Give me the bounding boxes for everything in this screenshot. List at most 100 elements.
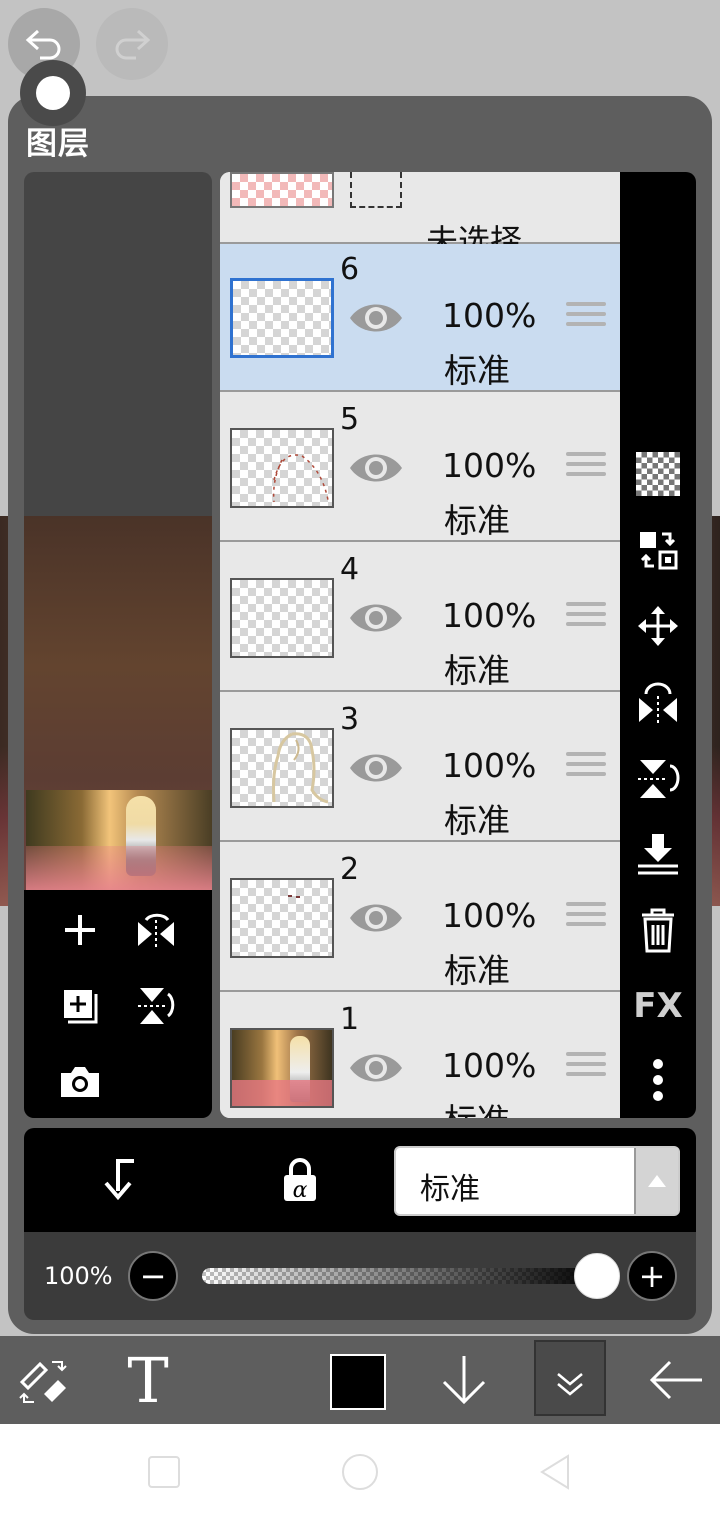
layer-blend-mode: 标准	[444, 1094, 510, 1118]
layer-row[interactable]: 4 100% 标准	[220, 544, 620, 692]
layer-blend-mode: 标准	[444, 801, 510, 840]
layer-list[interactable]: 未选择 6 100% 标准 5 100% 标准 4 100% 标准 3 100%…	[220, 172, 620, 1118]
layer-thumbnail	[230, 1028, 334, 1108]
layer-number: 1	[340, 1002, 360, 1037]
add-layer-button[interactable]	[52, 902, 108, 958]
merge-down-icon	[638, 834, 678, 875]
layer-thumbnail	[230, 428, 334, 508]
system-back-icon[interactable]	[536, 1452, 576, 1492]
checkerboard-icon	[636, 452, 680, 496]
layer-tools	[24, 890, 212, 1118]
opacity-value: 100%	[44, 1262, 113, 1290]
layer-opacity: 100%	[442, 1046, 537, 1085]
download-button[interactable]	[436, 1336, 492, 1424]
layer-number: 2	[340, 852, 360, 887]
home-icon[interactable]	[342, 1454, 378, 1490]
move-button[interactable]	[630, 598, 686, 654]
flip-horizontal-icon	[138, 913, 174, 948]
more-options-button[interactable]	[630, 1052, 686, 1108]
layer-blend-mode: 标准	[444, 951, 510, 990]
layer-number: 5	[340, 402, 360, 437]
layer-number: 6	[340, 252, 360, 287]
merge-down-button[interactable]	[630, 826, 686, 882]
panel-title: 图层	[26, 126, 90, 162]
dropdown-arrow-icon	[634, 1148, 678, 1214]
layer-opacity: 100%	[442, 746, 537, 785]
color-swatch[interactable]	[330, 1354, 386, 1410]
text-tool-button[interactable]: T	[118, 1336, 178, 1424]
layer-opacity: 100%	[442, 296, 537, 335]
layer-thumbnail	[230, 878, 334, 958]
drag-handle-icon[interactable]	[566, 1052, 606, 1084]
camera-icon	[61, 1067, 99, 1097]
visibility-eye-icon[interactable]	[348, 446, 404, 490]
layer-blend-mode: 标准	[444, 501, 510, 540]
recents-icon[interactable]	[148, 1456, 180, 1488]
flip-vertical-icon	[638, 760, 680, 798]
flip-horizontal-side-button[interactable]	[630, 674, 686, 730]
clipping-arrow-icon	[104, 1159, 134, 1201]
thumbnail-figure	[126, 796, 156, 876]
fx-button[interactable]: FX	[630, 978, 686, 1034]
swap-layer-button[interactable]	[630, 522, 686, 578]
layer-row[interactable]: 5 100% 标准	[220, 394, 620, 542]
visibility-eye-icon[interactable]	[348, 746, 404, 790]
selection-marquee-icon	[350, 172, 402, 208]
opacity-slider[interactable]	[202, 1268, 602, 1284]
drag-handle-icon[interactable]	[566, 752, 606, 784]
flip-horizontal-icon	[639, 682, 677, 724]
blend-mode-select[interactable]: 标准	[394, 1146, 680, 1216]
layer-row[interactable]: 6 100% 标准	[220, 244, 620, 392]
drag-handle-icon[interactable]	[566, 602, 606, 634]
visibility-eye-icon[interactable]	[348, 896, 404, 940]
opacity-increase-button[interactable]: +	[627, 1251, 677, 1301]
brush-size-indicator[interactable]	[20, 60, 86, 126]
opacity-decrease-button[interactable]: −	[128, 1251, 178, 1301]
drag-handle-icon[interactable]	[566, 302, 606, 334]
clipping-button[interactable]	[92, 1150, 144, 1210]
brush-eraser-toggle[interactable]	[14, 1336, 74, 1424]
double-chevron-down-icon	[557, 1373, 583, 1396]
camera-button[interactable]	[52, 1054, 108, 1110]
layer-side-toolbar: FX	[620, 172, 696, 1118]
alpha-lock-icon: α	[284, 1158, 316, 1203]
visibility-eye-icon[interactable]	[348, 1046, 404, 1090]
move-arrows-icon	[638, 606, 678, 646]
swap-layers-icon	[640, 532, 678, 570]
layer-row[interactable]: 1 100% 标准	[220, 994, 620, 1118]
flip-vertical-side-button[interactable]	[630, 750, 686, 806]
visibility-eye-icon[interactable]	[348, 596, 404, 640]
layer-blend-mode: 标准	[444, 651, 510, 690]
selection-layer-row[interactable]: 未选择	[220, 172, 620, 260]
layers-panel-toggle[interactable]	[534, 1340, 606, 1416]
drag-handle-icon[interactable]	[566, 452, 606, 484]
canvas-thumbnail[interactable]	[26, 790, 212, 890]
svg-text:α: α	[293, 1178, 308, 1203]
layer-opacity: 100%	[442, 446, 537, 485]
duplicate-layer-button[interactable]	[52, 978, 108, 1034]
plus-icon	[65, 915, 95, 945]
undo-icon	[25, 29, 61, 60]
back-button[interactable]	[644, 1336, 708, 1424]
layer-thumbnail	[230, 278, 334, 358]
flip-vertical-button[interactable]	[128, 978, 184, 1034]
delete-layer-button[interactable]	[630, 902, 686, 958]
blend-mode-value: 标准	[420, 1172, 480, 1207]
drag-handle-icon[interactable]	[566, 902, 606, 934]
brush-dot-icon	[36, 76, 70, 110]
thumbnail-hair-sketch	[272, 732, 329, 804]
redo-button[interactable]	[96, 8, 168, 80]
flip-horizontal-button[interactable]	[128, 902, 184, 958]
thumbnail-sketch	[272, 454, 329, 503]
redo-icon	[115, 29, 151, 60]
alpha-lock-button[interactable]: α	[274, 1150, 326, 1210]
selection-thumbnail	[230, 172, 334, 208]
transparency-button[interactable]	[630, 446, 686, 502]
brush-eraser-icon	[19, 1361, 67, 1403]
opacity-slider-knob[interactable]	[574, 1253, 620, 1299]
visibility-eye-icon[interactable]	[348, 296, 404, 340]
layer-row[interactable]: 3 100% 标准	[220, 694, 620, 842]
thumbnail-flowers	[232, 1080, 332, 1106]
arrow-down-icon	[442, 1356, 486, 1405]
layer-row[interactable]: 2 100% 标准	[220, 844, 620, 992]
